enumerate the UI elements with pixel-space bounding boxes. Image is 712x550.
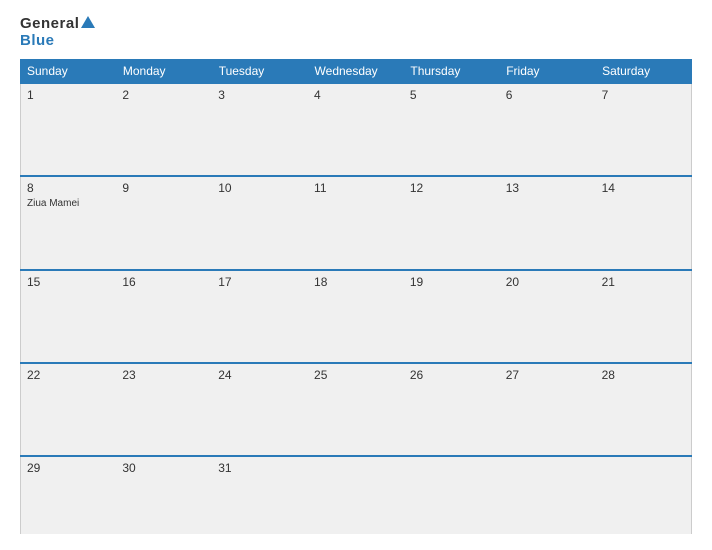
calendar-cell: 19 — [404, 270, 500, 363]
day-header-friday: Friday — [500, 60, 596, 84]
calendar-cell: 3 — [212, 83, 308, 176]
day-header-monday: Monday — [116, 60, 212, 84]
day-header-wednesday: Wednesday — [308, 60, 404, 84]
calendar-cell: 22 — [21, 363, 117, 456]
calendar-cell: 2 — [116, 83, 212, 176]
day-number: 30 — [122, 461, 206, 475]
logo: General Blue — [20, 16, 95, 49]
logo-triangle-icon — [81, 16, 95, 28]
calendar-header: General Blue — [20, 16, 692, 49]
day-number: 1 — [27, 88, 110, 102]
day-number: 6 — [506, 88, 590, 102]
logo-general-text: General — [20, 16, 95, 33]
calendar-cell: 15 — [21, 270, 117, 363]
calendar-cell: 30 — [116, 456, 212, 534]
calendar-cell: 10 — [212, 176, 308, 269]
day-number: 31 — [218, 461, 302, 475]
calendar-cell: 6 — [500, 83, 596, 176]
day-number: 27 — [506, 368, 590, 382]
calendar-cell — [500, 456, 596, 534]
calendar-cell: 14 — [596, 176, 692, 269]
day-number: 12 — [410, 181, 494, 195]
calendar-cell: 8 Ziua Mamei — [21, 176, 117, 269]
logo-blue-text: Blue — [20, 33, 95, 50]
day-header-thursday: Thursday — [404, 60, 500, 84]
calendar-cell: 7 — [596, 83, 692, 176]
day-number: 21 — [602, 275, 685, 289]
day-number: 18 — [314, 275, 398, 289]
calendar-cell: 29 — [21, 456, 117, 534]
day-number: 26 — [410, 368, 494, 382]
day-number: 7 — [602, 88, 685, 102]
day-number: 22 — [27, 368, 110, 382]
day-number: 13 — [506, 181, 590, 195]
calendar-cell: 25 — [308, 363, 404, 456]
calendar-table: SundayMondayTuesdayWednesdayThursdayFrid… — [20, 59, 692, 534]
day-number: 3 — [218, 88, 302, 102]
day-number: 2 — [122, 88, 206, 102]
calendar-cell: 9 — [116, 176, 212, 269]
calendar-week-3: 15 16 17 18 19 20 21 — [21, 270, 692, 363]
calendar-cell: 4 — [308, 83, 404, 176]
day-number: 29 — [27, 461, 110, 475]
day-event: Ziua Mamei — [27, 198, 79, 209]
calendar-cell: 12 — [404, 176, 500, 269]
calendar-header-row: SundayMondayTuesdayWednesdayThursdayFrid… — [21, 60, 692, 84]
calendar-cell — [404, 456, 500, 534]
day-number: 10 — [218, 181, 302, 195]
calendar-cell: 24 — [212, 363, 308, 456]
day-number: 15 — [27, 275, 110, 289]
calendar-cell: 17 — [212, 270, 308, 363]
calendar-cell — [596, 456, 692, 534]
calendar-cell: 26 — [404, 363, 500, 456]
day-header-sunday: Sunday — [21, 60, 117, 84]
day-number: 19 — [410, 275, 494, 289]
day-number: 9 — [122, 181, 206, 195]
day-number: 5 — [410, 88, 494, 102]
day-header-saturday: Saturday — [596, 60, 692, 84]
day-number: 28 — [602, 368, 685, 382]
calendar-cell: 28 — [596, 363, 692, 456]
day-number: 8 — [27, 181, 110, 195]
day-number: 17 — [218, 275, 302, 289]
day-number: 16 — [122, 275, 206, 289]
calendar-cell: 31 — [212, 456, 308, 534]
calendar-cell: 1 — [21, 83, 117, 176]
calendar-cell: 20 — [500, 270, 596, 363]
day-number: 11 — [314, 181, 398, 195]
calendar-cell — [308, 456, 404, 534]
day-header-tuesday: Tuesday — [212, 60, 308, 84]
calendar-week-2: 8 Ziua Mamei 9 10 11 12 13 14 — [21, 176, 692, 269]
calendar-cell: 21 — [596, 270, 692, 363]
calendar-week-1: 1234567 — [21, 83, 692, 176]
calendar-cell: 5 — [404, 83, 500, 176]
calendar-week-4: 22 23 24 25 26 27 28 — [21, 363, 692, 456]
calendar-cell: 11 — [308, 176, 404, 269]
calendar-cell: 18 — [308, 270, 404, 363]
day-number: 14 — [602, 181, 685, 195]
calendar-cell: 23 — [116, 363, 212, 456]
calendar-cell: 16 — [116, 270, 212, 363]
calendar-cell: 13 — [500, 176, 596, 269]
day-number: 4 — [314, 88, 398, 102]
day-number: 20 — [506, 275, 590, 289]
calendar-cell: 27 — [500, 363, 596, 456]
day-number: 25 — [314, 368, 398, 382]
day-number: 23 — [122, 368, 206, 382]
calendar-week-5: 29 30 31 — [21, 456, 692, 534]
day-number: 24 — [218, 368, 302, 382]
